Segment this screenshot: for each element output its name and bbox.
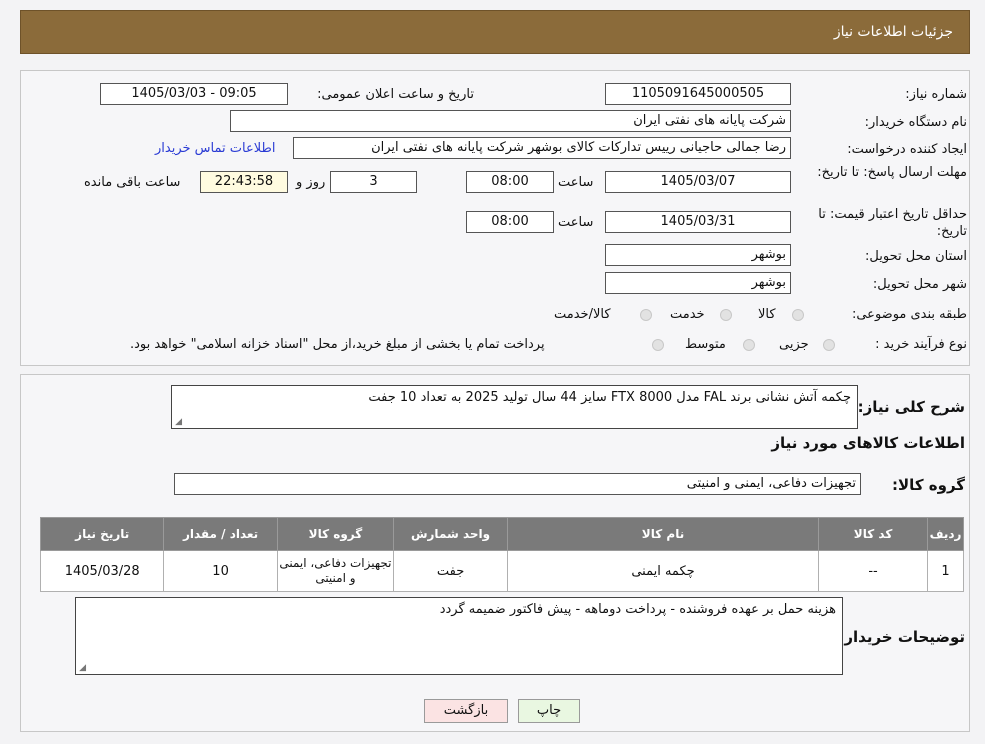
process-radio-medium[interactable] xyxy=(743,339,755,351)
col-need-date: تاریخ نیاز xyxy=(39,517,165,551)
days-label: روز و xyxy=(296,175,326,190)
cell-item-code: -- xyxy=(818,550,929,592)
province-field: بوشهر xyxy=(605,244,791,266)
category-radio-service[interactable] xyxy=(720,309,732,321)
city-label: شهر محل تحویل: xyxy=(872,277,967,292)
description-label: شرح کلی نیاز: xyxy=(857,398,965,416)
cell-quantity: 10 xyxy=(163,550,278,592)
process-label: نوع فرآیند خرید : xyxy=(875,337,967,352)
category-option-goods: کالا xyxy=(758,307,776,322)
deadline-date-field: 1405/03/07 xyxy=(605,171,791,193)
validity-time-label: ساعت xyxy=(558,215,594,230)
cell-unit: جفت xyxy=(393,550,508,592)
buyer-label: نام دستگاه خریدار: xyxy=(864,115,967,130)
cell-item-name: چکمه ایمنی xyxy=(506,550,820,592)
category-radio-goods-service[interactable] xyxy=(640,309,652,321)
announce-label: تاریخ و ساعت اعلان عمومی: xyxy=(317,87,474,102)
days-field: 3 xyxy=(330,171,417,193)
col-item-code: کد کالا xyxy=(818,517,929,551)
city-field: بوشهر xyxy=(605,272,791,294)
process-radio-minor[interactable] xyxy=(823,339,835,351)
validity-time-field: 08:00 xyxy=(466,211,554,233)
buyer-notes-field[interactable]: هزینه حمل بر عهده فروشنده - پرداخت دوماه… xyxy=(75,597,843,675)
process-radio-treasury[interactable] xyxy=(652,339,664,351)
need-number-label: شماره نیاز: xyxy=(905,87,967,102)
remaining-label: ساعت باقی مانده xyxy=(84,175,181,190)
province-label: استان محل تحویل: xyxy=(865,249,967,264)
category-radio-goods[interactable] xyxy=(792,309,804,321)
back-button[interactable]: بازگشت xyxy=(424,699,508,723)
deadline-label: مهلت ارسال پاسخ: تا تاریخ: xyxy=(817,165,967,180)
description-text: چکمه آتش نشانی برند FAL مدل FTX 8000 سای… xyxy=(368,390,851,405)
buyer-contact-link[interactable]: اطلاعات تماس خریدار xyxy=(155,141,275,156)
table-header-row: ردیف کد کالا نام کالا واحد شمارش گروه کا… xyxy=(39,517,964,551)
validity-date-field: 1405/03/31 xyxy=(605,211,791,233)
table-row: 1 -- چکمه ایمنی جفت تجهیزات دفاعی، ایمنی… xyxy=(39,550,964,592)
buyer-notes-text: هزینه حمل بر عهده فروشنده - پرداخت دوماه… xyxy=(439,602,836,617)
goods-info-title: اطلاعات کالاهای مورد نیاز xyxy=(771,434,965,452)
deadline-time-label: ساعت xyxy=(558,175,594,190)
buyer-field: شرکت پایانه های نفتی ایران xyxy=(230,110,791,132)
col-item-name: نام کالا xyxy=(506,517,820,551)
description-field[interactable]: چکمه آتش نشانی برند FAL مدل FTX 8000 سای… xyxy=(171,385,858,429)
cell-row-number: 1 xyxy=(927,550,964,592)
goods-group-field: تجهیزات دفاعی، ایمنی و امنیتی xyxy=(174,473,861,495)
cell-need-date: 1405/03/28 xyxy=(39,550,165,592)
announce-field: 1405/03/03 - 09:05 xyxy=(100,83,288,105)
resize-grip-icon[interactable]: ◢ xyxy=(174,418,182,427)
process-option-medium: متوسط xyxy=(685,337,726,352)
deadline-time-field: 08:00 xyxy=(466,171,554,193)
col-unit: واحد شمارش xyxy=(393,517,508,551)
print-button[interactable]: چاپ xyxy=(518,699,580,723)
page-title: جزئیات اطلاعات نیاز xyxy=(833,24,953,40)
resize-grip-icon[interactable]: ◢ xyxy=(78,664,86,673)
items-table: ردیف کد کالا نام کالا واحد شمارش گروه کا… xyxy=(39,517,964,592)
page-header: جزئیات اطلاعات نیاز xyxy=(20,10,970,54)
category-option-service: خدمت xyxy=(670,307,705,322)
need-number-field: 1105091645000505 xyxy=(605,83,791,105)
remaining-time-field: 22:43:58 xyxy=(200,171,288,193)
goods-group-label: گروه کالا: xyxy=(892,476,965,494)
col-row-number: ردیف xyxy=(927,517,964,551)
process-option-minor: جزیی xyxy=(779,337,809,352)
buyer-notes-label: توضیحات خریدار: xyxy=(838,628,965,646)
payment-note: پرداخت تمام یا بخشی از مبلغ خرید،از محل … xyxy=(130,337,545,352)
requester-field: رضا جمالی حاجیانی رییس تدارکات کالای بوش… xyxy=(293,137,791,159)
category-label: طبقه بندی موضوعی: xyxy=(851,307,967,322)
col-goods-group: گروه کالا xyxy=(276,517,395,551)
requester-label: ایجاد کننده درخواست: xyxy=(847,142,967,157)
category-option-goods-service: کالا/خدمت xyxy=(554,307,611,322)
cell-goods-group: تجهیزات دفاعی، ایمنی و امنیتی xyxy=(276,550,395,592)
col-quantity: تعداد / مقدار xyxy=(163,517,278,551)
validity-label: حداقل تاریخ اعتبار قیمت: تا تاریخ: xyxy=(818,207,967,239)
